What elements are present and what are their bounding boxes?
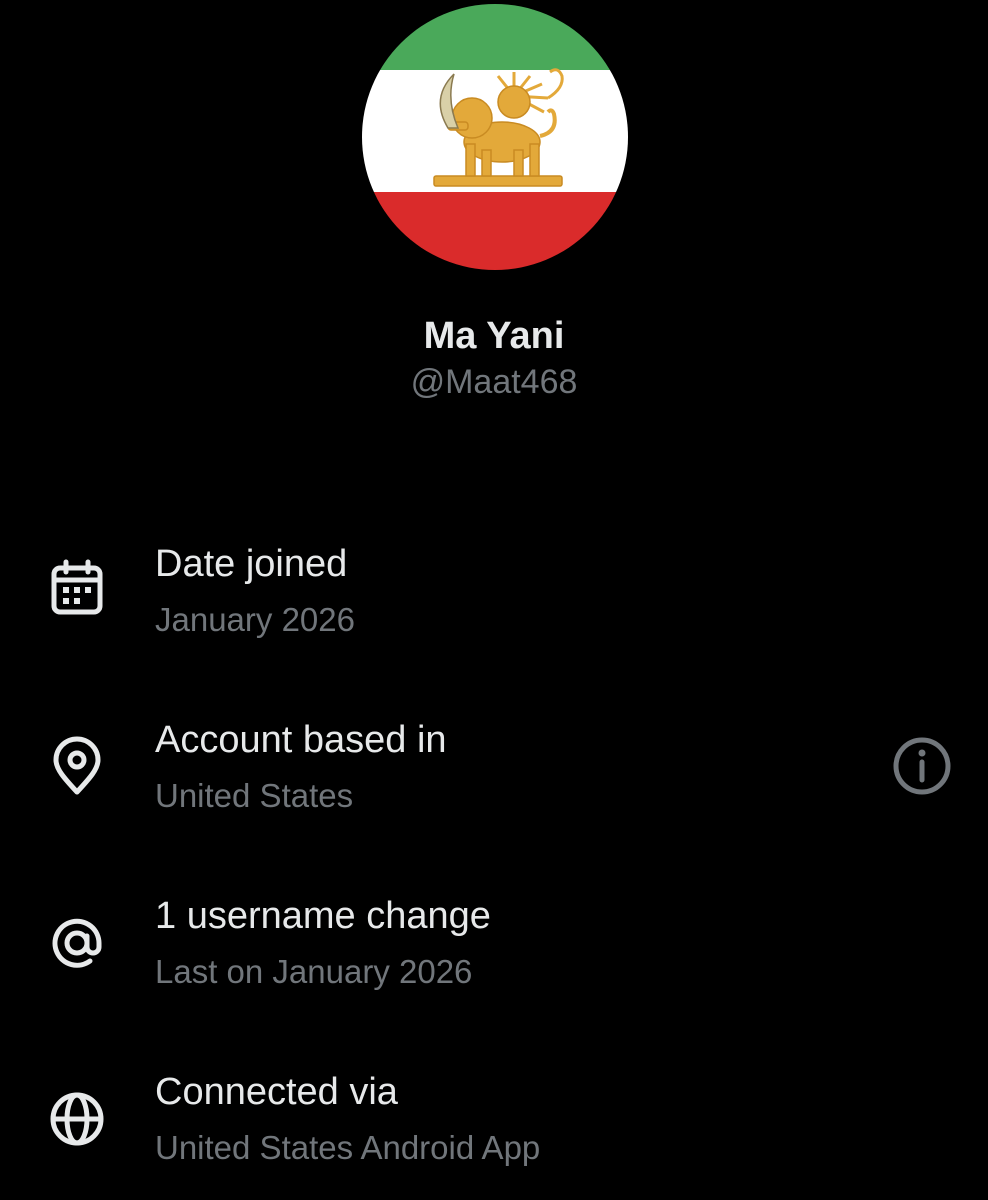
account-based-in-label: Account based in xyxy=(155,719,447,761)
about-row-date-joined: Date joined January 2026 xyxy=(0,528,988,658)
info-icon[interactable] xyxy=(890,734,954,798)
calendar-icon xyxy=(46,558,108,620)
date-joined-value: January 2026 xyxy=(155,601,355,638)
display-name: Ma Yani xyxy=(423,315,565,357)
globe-icon xyxy=(46,1088,108,1150)
lion-and-sun-flag-icon xyxy=(362,4,628,270)
account-based-in-value: United States xyxy=(155,777,354,814)
about-row-username-change: 1 username change Last on January 2026 xyxy=(0,880,988,1010)
about-row-connected-via: Connected via United States Android App xyxy=(0,1056,988,1186)
username-handle: @Maat468 xyxy=(410,363,578,401)
about-row-account-based-in: Account based in United States xyxy=(0,704,988,834)
username-change-label: 1 username change xyxy=(155,895,491,937)
username-change-value: Last on January 2026 xyxy=(155,953,473,990)
connected-via-label: Connected via xyxy=(155,1071,398,1113)
profile-avatar[interactable] xyxy=(362,4,628,270)
date-joined-label: Date joined xyxy=(155,543,348,585)
connected-via-value: United States Android App xyxy=(155,1129,541,1166)
at-sign-icon xyxy=(46,912,108,974)
location-pin-icon xyxy=(46,736,108,798)
